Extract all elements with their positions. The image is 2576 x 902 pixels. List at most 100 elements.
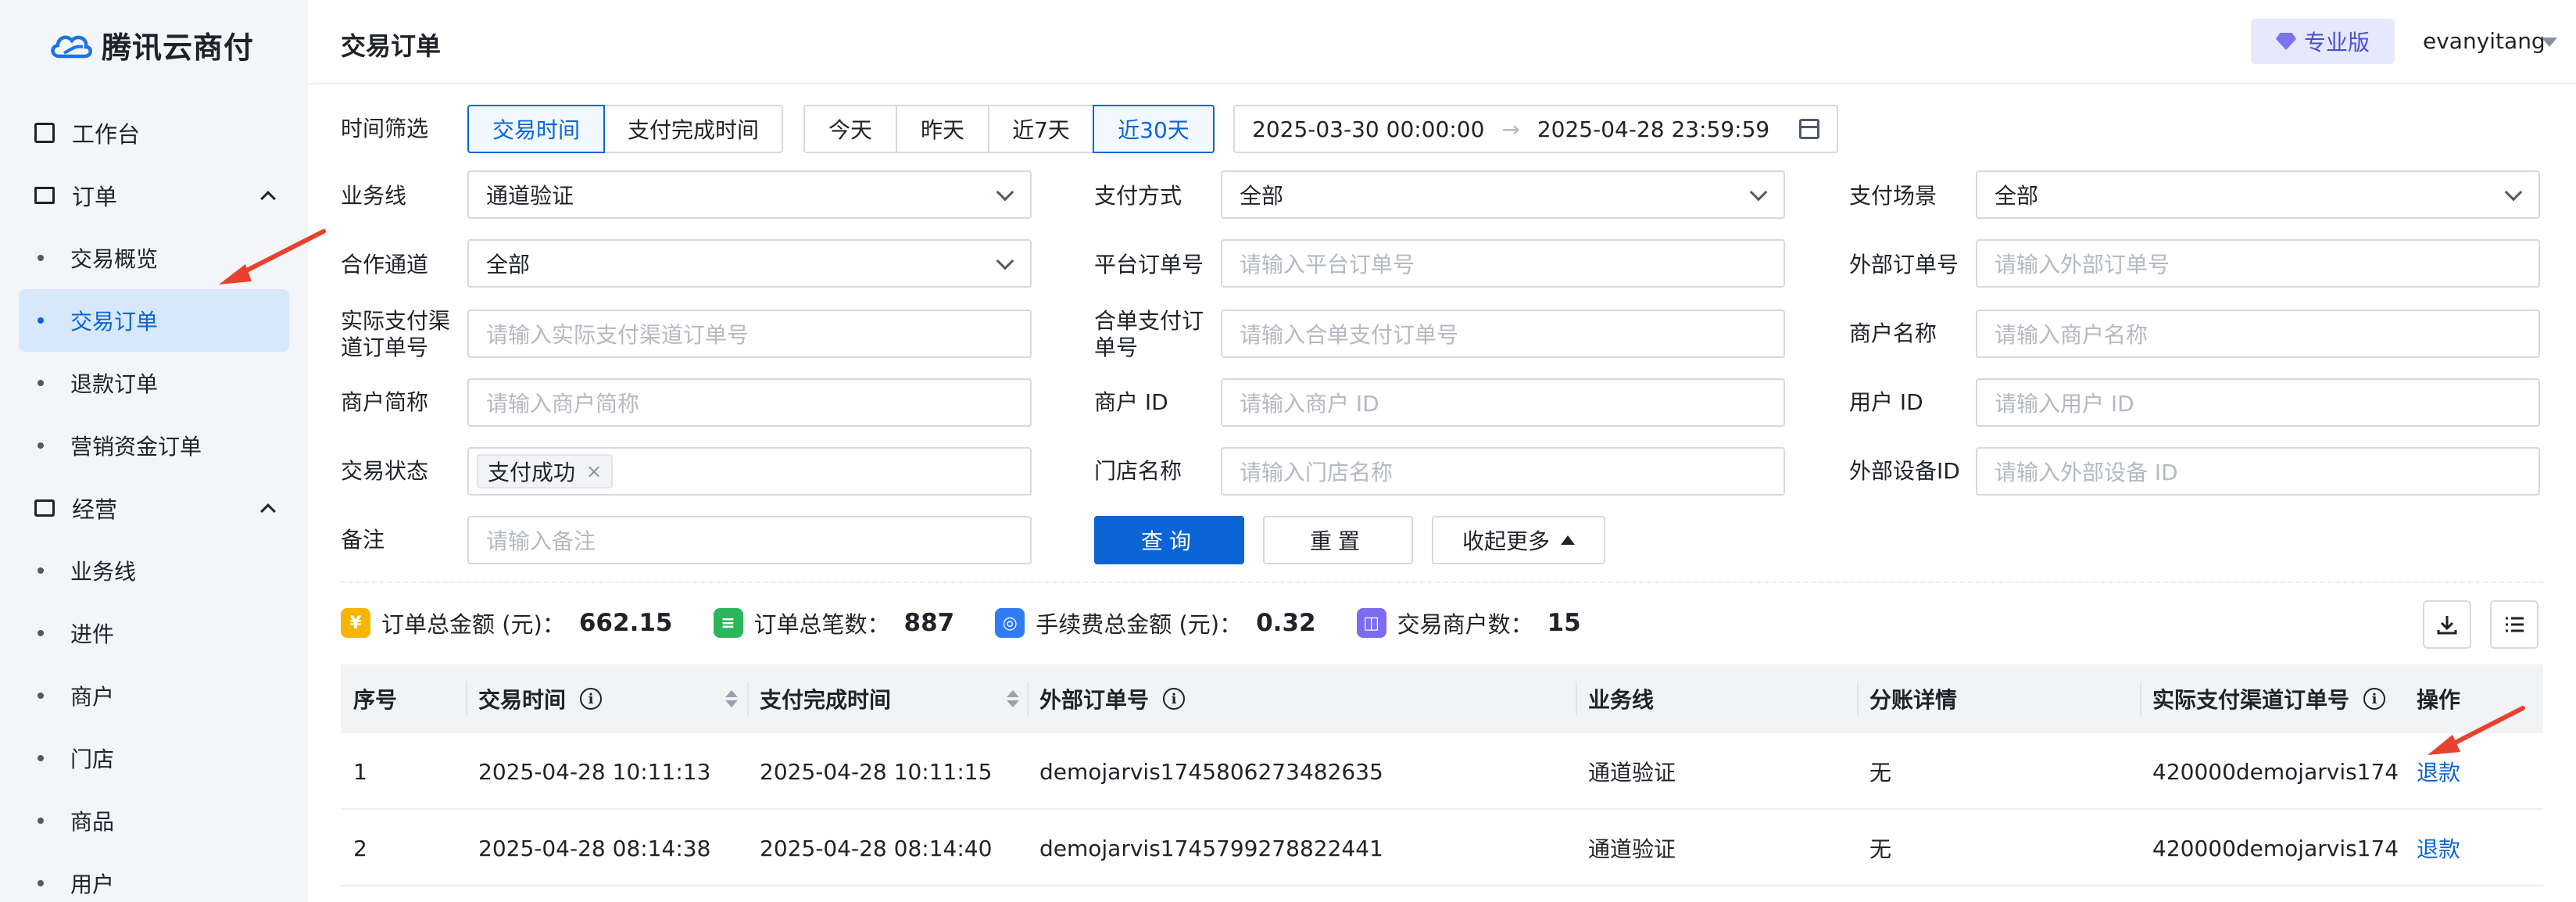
external-order-label: 外部订单号	[1849, 252, 1959, 277]
range-7days[interactable]: 近7天	[988, 105, 1094, 153]
caret-down-icon[interactable]	[2542, 38, 2557, 47]
sidebar-item-label: 商品	[70, 809, 115, 835]
reset-button[interactable]: 重置	[1263, 516, 1413, 564]
quick-range-segment: 今天 昨天 近7天 近30天	[803, 105, 1215, 153]
range-yesterday[interactable]: 昨天	[896, 105, 989, 153]
trade-status-select[interactable]: 支付成功 ×	[467, 447, 1032, 496]
sidebar-item-trade-orders[interactable]: 交易订单	[19, 289, 289, 352]
col-label: 实际支付渠道订单号	[2152, 687, 2350, 713]
refund-link[interactable]: 退款	[2417, 733, 2460, 810]
col-index: 序号	[353, 664, 397, 733]
sort-icon[interactable]	[725, 690, 738, 707]
time-filter-label: 时间筛选	[341, 116, 429, 141]
cell-pay-time: 2025-04-28 08:14:40	[760, 835, 993, 861]
refund-link[interactable]: 退款	[2417, 810, 2460, 886]
sidebar-item-label: 商户	[70, 684, 115, 710]
info-icon[interactable]: i	[2363, 688, 2386, 710]
chevron-down-icon	[996, 252, 1014, 270]
chevron-down-icon	[996, 183, 1014, 202]
caret-up-icon	[1561, 535, 1575, 545]
stat-label: 订单总金额 (元)：	[381, 611, 565, 638]
pay-method-value: 全部	[1240, 183, 1284, 209]
info-icon[interactable]: i	[1163, 688, 1186, 710]
bullet-icon	[38, 755, 44, 761]
stat-value: 662.15	[578, 609, 673, 637]
brand-logo[interactable]: 腾讯云商付	[48, 23, 254, 66]
sidebar-item-onboarding[interactable]: 进件	[0, 602, 308, 664]
platform-order-input[interactable]: 请输入平台订单号	[1221, 239, 1785, 288]
sidebar-item-marketing-orders[interactable]: 营销资金订单	[0, 414, 308, 477]
partner-channel-value: 全部	[486, 252, 531, 277]
sidebar-item-label: 营销资金订单	[70, 434, 202, 460]
time-type-pay-time[interactable]: 支付完成时间	[603, 105, 783, 153]
date-range-picker[interactable]: 2025-03-30 00:00:00 → 2025-04-28 23:59:5…	[1233, 105, 1838, 153]
table-header: 序号 交易时间 i 支付完成时间 外部订单号 i 业务线 分账详情 实际支付渠道订单…	[341, 664, 2543, 733]
date-end: 2025-04-28 23:59:59	[1537, 116, 1770, 142]
device-id-input[interactable]: 请输入外部设备 ID	[1976, 447, 2540, 496]
pay-scene-select[interactable]: 全部	[1976, 170, 2540, 219]
stat-label: 交易商户数：	[1397, 611, 1533, 638]
username[interactable]: evanyitang	[2423, 28, 2546, 54]
store-name-label: 门店名称	[1094, 458, 1182, 484]
column-settings-button[interactable]	[2490, 600, 2538, 649]
bullet-icon	[38, 880, 44, 886]
cell-business-line: 通道验证	[1588, 836, 1676, 862]
time-type-segment: 交易时间 支付完成时间	[467, 105, 783, 153]
remark-input[interactable]: 请输入备注	[467, 516, 1032, 564]
sidebar-item-product[interactable]: 商品	[0, 789, 308, 852]
sidebar-item-label: 用户	[70, 872, 115, 897]
close-icon[interactable]: ×	[586, 460, 602, 482]
sidebar-item-refund-orders[interactable]: 退款订单	[0, 352, 308, 414]
status-tag-label: 支付成功	[488, 460, 576, 485]
merchant-short-input[interactable]: 请输入商户简称	[467, 378, 1032, 427]
sidebar-item-label: 进件	[70, 621, 115, 647]
sidebar-item-workbench[interactable]: 工作台	[0, 102, 308, 164]
store-name-input[interactable]: 请输入门店名称	[1221, 447, 1785, 496]
time-type-trade-time[interactable]: 交易时间	[467, 105, 605, 153]
range-today[interactable]: 今天	[803, 105, 897, 153]
partner-channel-select[interactable]: 全部	[467, 239, 1032, 288]
edition-badge[interactable]: 专业版	[2251, 19, 2395, 64]
col-trade-time[interactable]: 交易时间 i	[466, 664, 738, 733]
collapse-more-button[interactable]: 收起更多	[1432, 516, 1605, 564]
stat-total-amount: ¥ 订单总金额 (元)： 662.15	[341, 607, 673, 639]
col-pay-time[interactable]: 支付完成时间	[747, 664, 1019, 733]
stat-label: 订单总笔数：	[753, 611, 890, 638]
sidebar-item-trade-overview[interactable]: 交易概览	[0, 227, 308, 289]
col-label: 序号	[353, 687, 398, 713]
cell-external-order: demojarvis1745799278822441	[1039, 835, 1383, 861]
sidebar-item-store[interactable]: 门店	[0, 727, 308, 789]
col-channel-order: 实际支付渠道订单号 i	[2140, 664, 2386, 733]
download-button[interactable]	[2423, 600, 2471, 649]
bullet-icon	[38, 818, 44, 824]
stat-fee-amount: ◎ 手续费总金额 (元)： 0.32	[995, 607, 1316, 639]
bullet-icon	[38, 380, 44, 386]
business-line-select[interactable]: 通道验证	[467, 170, 1032, 219]
col-separator	[1576, 682, 1577, 716]
merchant-short-label: 商户简称	[341, 389, 429, 415]
sidebar-group-header-orders[interactable]: 订单	[0, 164, 308, 227]
bullet-icon	[38, 255, 44, 261]
sidebar-group-operations: 经营 业务线 进件 商户 门店 商品 用户	[0, 477, 308, 902]
pay-method-select[interactable]: 全部	[1221, 170, 1785, 219]
store-icon	[34, 499, 55, 517]
sort-icon[interactable]	[1007, 690, 1019, 707]
date-start: 2025-03-30 00:00:00	[1252, 116, 1485, 142]
merchant-name-input[interactable]: 请输入商户名称	[1976, 310, 2540, 358]
cell-external-order: demojarvis1745806273482635	[1039, 758, 1383, 785]
cell-index: 1	[353, 758, 367, 785]
sidebar-group-header-operations[interactable]: 经营	[0, 477, 308, 539]
combined-order-input[interactable]: 请输入合单支付订单号	[1221, 310, 1785, 358]
sidebar-item-user[interactable]: 用户	[0, 852, 308, 902]
col-separator	[2140, 682, 2141, 716]
channel-order-input[interactable]: 请输入实际支付渠道订单号	[467, 310, 1032, 358]
sidebar-item-merchant[interactable]: 商户	[0, 664, 308, 727]
external-order-input[interactable]: 请输入外部订单号	[1976, 239, 2540, 288]
channel-order-label: 实际支付渠道订单号	[341, 308, 451, 360]
query-button[interactable]: 查询	[1094, 516, 1244, 564]
merchant-id-input[interactable]: 请输入商户 ID	[1221, 378, 1785, 427]
user-id-input[interactable]: 请输入用户 ID	[1976, 378, 2540, 427]
info-icon[interactable]: i	[580, 688, 603, 710]
range-30days[interactable]: 近30天	[1093, 105, 1215, 153]
sidebar-item-business-line[interactable]: 业务线	[0, 539, 308, 602]
